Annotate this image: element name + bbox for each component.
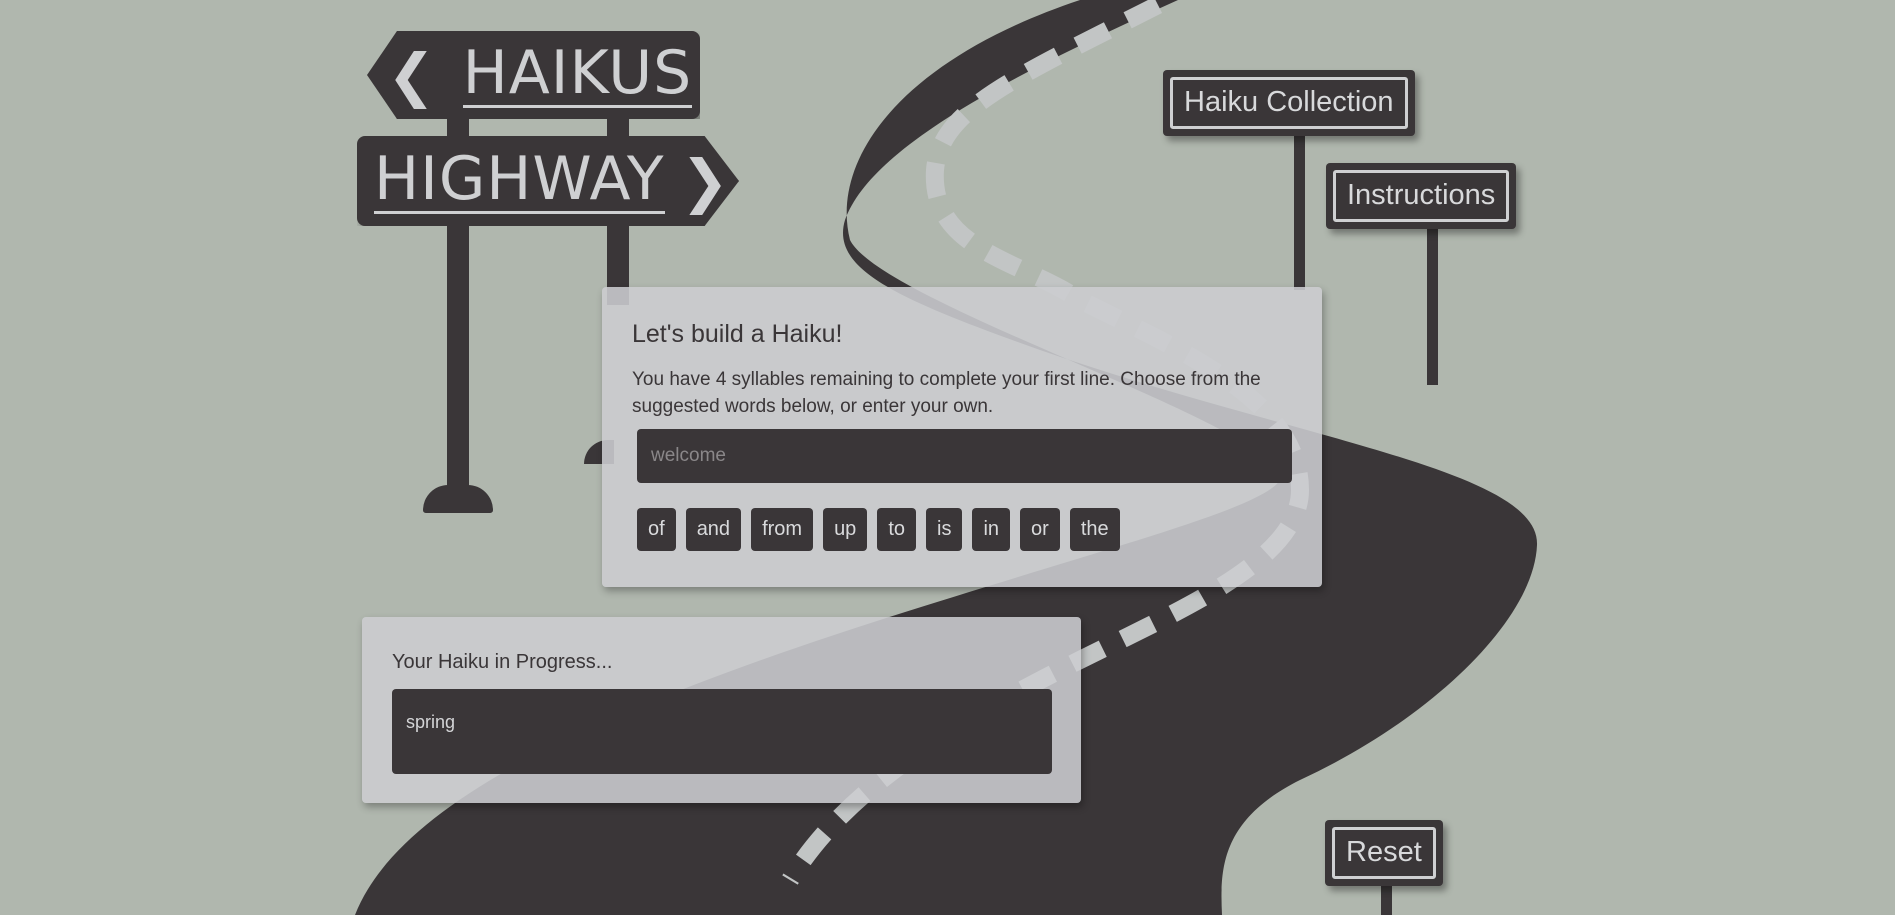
builder-heading: Let's build a Haiku!	[632, 320, 843, 348]
reset-label: Reset	[1332, 827, 1436, 879]
word-input[interactable]	[637, 429, 1292, 483]
instructions-sign-post	[1427, 225, 1438, 385]
word-chip-and[interactable]: and	[685, 508, 742, 551]
word-chip-from[interactable]: from	[751, 508, 814, 551]
title-line-1: HAIKUS	[462, 37, 693, 108]
word-chip-in[interactable]: in	[972, 508, 1011, 551]
word-chip-of[interactable]: of	[637, 508, 676, 551]
reset-button[interactable]: Reset	[1325, 820, 1443, 886]
haiku-collection-label: Haiku Collection	[1170, 77, 1408, 129]
title-sign-highway: HIGHWAY ❯	[357, 136, 739, 226]
progress-heading: Your Haiku in Progress...	[392, 651, 613, 673]
word-chip-or[interactable]: or	[1020, 508, 1060, 551]
instructions-button[interactable]: Instructions	[1326, 163, 1517, 229]
collection-sign-post	[1294, 130, 1305, 290]
word-chip-the[interactable]: the	[1069, 508, 1120, 551]
builder-message: You have 4 syllables remaining to comple…	[632, 369, 1261, 417]
word-chip-to[interactable]: to	[877, 508, 916, 551]
haiku-builder-card: Let's build a Haiku! You have 4 syllable…	[602, 287, 1322, 587]
instructions-label: Instructions	[1333, 170, 1510, 222]
title-sign-haikus: ❮ HAIKUS	[367, 31, 700, 119]
suggested-words: of and from up to is in or the	[637, 508, 1120, 551]
chevron-left-icon: ❮	[387, 41, 437, 109]
word-chip-is[interactable]: is	[926, 508, 963, 551]
haiku-progress-card: Your Haiku in Progress... spring	[362, 617, 1081, 803]
title-sign-base	[423, 485, 493, 513]
chevron-right-icon: ❯	[680, 147, 731, 215]
title-line-2: HIGHWAY	[374, 143, 665, 214]
haiku-collection-button[interactable]: Haiku Collection	[1163, 70, 1415, 136]
word-chip-up[interactable]: up	[823, 508, 868, 551]
haiku-progress-text: spring	[392, 689, 1052, 774]
